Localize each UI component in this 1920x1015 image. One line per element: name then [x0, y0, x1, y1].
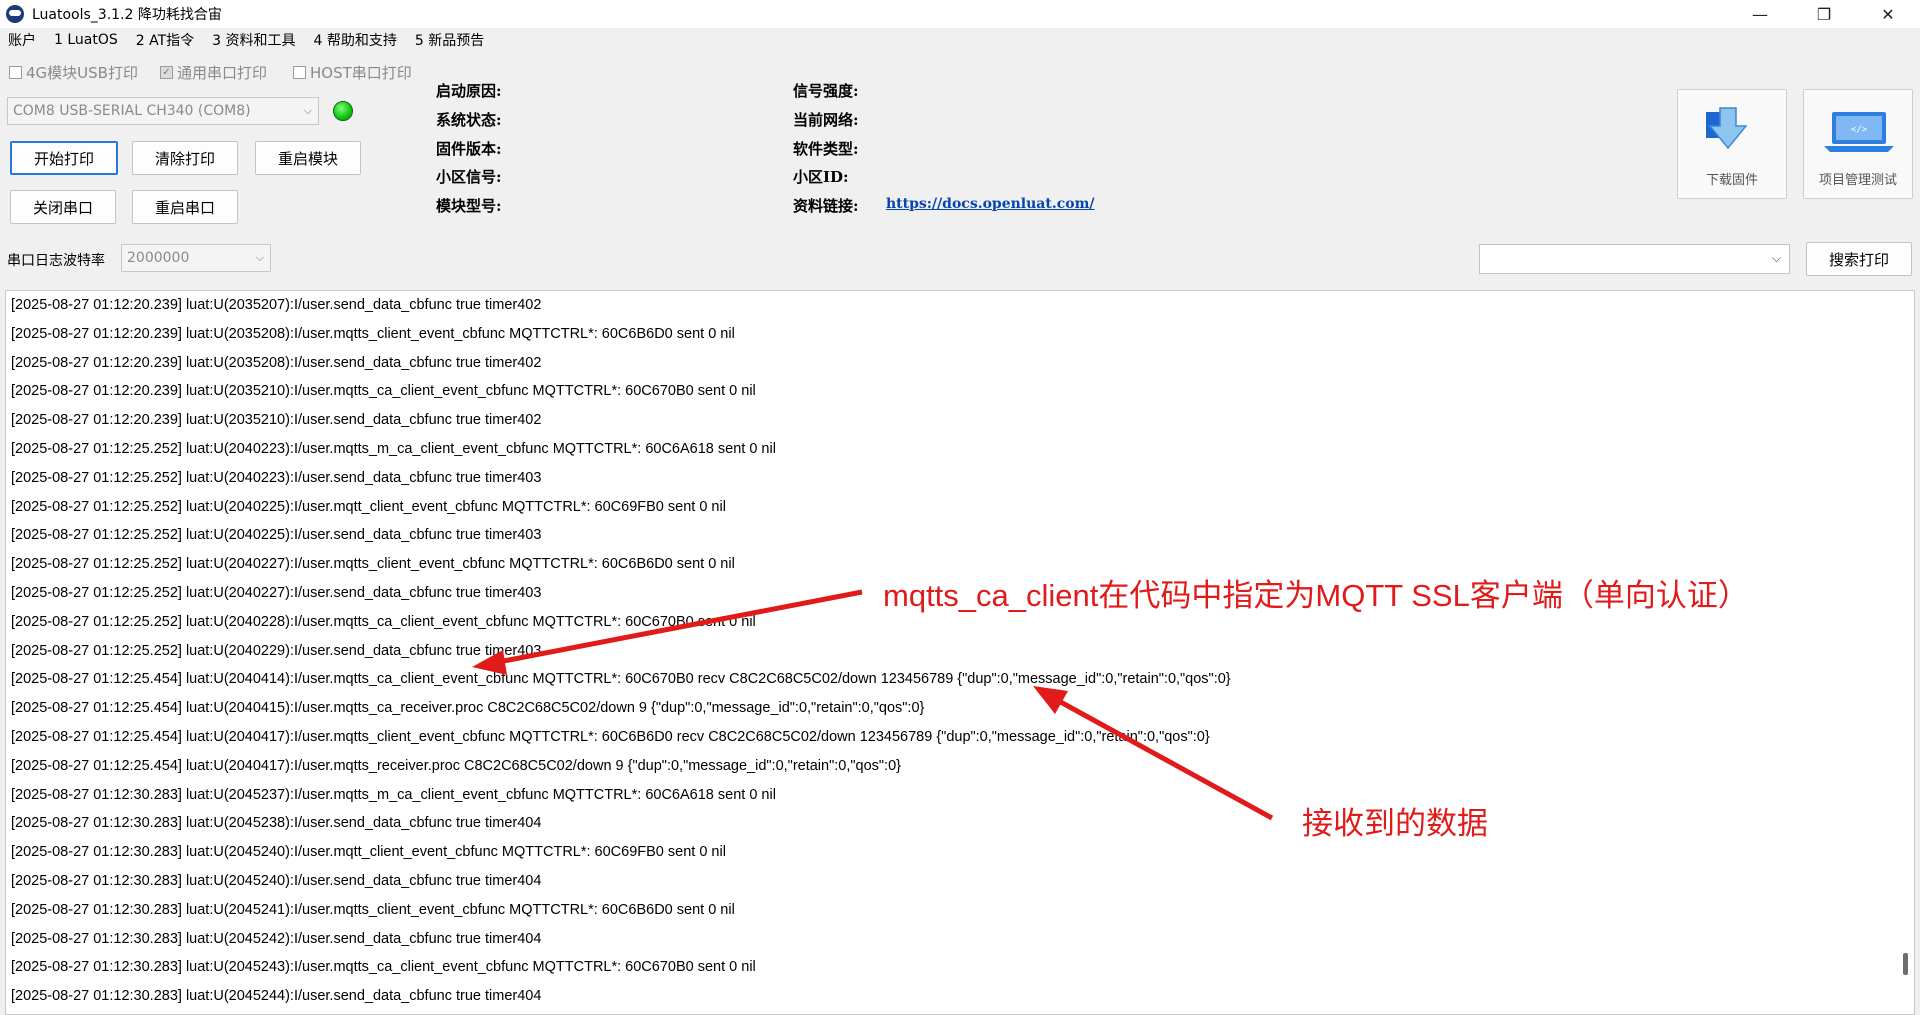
cell-id-label: 小区ID: [793, 168, 849, 186]
chevron-down-icon: ⌵ [255, 251, 264, 264]
log-line: [2025-08-27 01:12:20.239] luat:U(2035208… [11, 325, 735, 342]
boot-reason-label: 启动原因: [436, 82, 502, 100]
status-led-icon [333, 101, 353, 121]
baud-rate-label: 串口日志波特率 [7, 253, 105, 269]
resource-link-label: 资料链接: [793, 197, 859, 215]
usb-print-checkbox[interactable]: 4G模块USB打印 [9, 62, 138, 83]
cell-signal-label: 小区信号: [436, 168, 502, 186]
checkbox-label: 通用串口打印 [177, 64, 268, 82]
close-button[interactable]: ✕ [1856, 0, 1920, 28]
log-line: [2025-08-27 01:12:25.252] luat:U(2040223… [11, 469, 542, 486]
restore-button[interactable]: ❐ [1792, 0, 1856, 28]
baud-rate-select[interactable]: 2000000 ⌵ [121, 244, 271, 272]
start-print-button[interactable]: 开始打印 [10, 141, 118, 175]
ssl-client-annotation: mqtts_ca_client在代码中指定为MQTT SSL客户端（单向认证） [883, 578, 1749, 613]
received-data-annotation: 接收到的数据 [1302, 806, 1488, 841]
log-scrollbar-thumb[interactable] [1903, 953, 1908, 975]
menu-account[interactable]: 账户 [8, 30, 36, 50]
log-line: [2025-08-27 01:12:20.239] luat:U(2035210… [11, 383, 756, 400]
clear-print-button[interactable]: 清除打印 [132, 141, 238, 175]
log-line: [2025-08-27 01:12:25.454] luat:U(2040415… [11, 700, 925, 717]
log-line: [2025-08-27 01:12:25.252] luat:U(2040223… [11, 440, 776, 457]
menu-bar: 账户 1 LuatOS 2 AT指令 3 资料和工具 4 帮助和支持 5 新品预… [0, 28, 1920, 52]
restart-module-button[interactable]: 重启模块 [255, 141, 361, 175]
resource-link[interactable]: https://docs.openluat.com/ [886, 196, 1095, 212]
system-status-label: 系统状态: [436, 111, 502, 129]
log-line: [2025-08-27 01:12:30.283] luat:U(2045243… [11, 959, 756, 976]
menu-help-support[interactable]: 4 帮助和支持 [314, 30, 397, 50]
log-line: [2025-08-27 01:12:30.283] luat:U(2045237… [11, 786, 776, 803]
baud-rate-value: 2000000 [127, 250, 190, 266]
download-arrow-icon [1706, 107, 1748, 150]
restart-port-button[interactable]: 重启串口 [132, 190, 238, 224]
log-output[interactable]: [2025-08-27 01:12:20.239] luat:U(2035207… [5, 290, 1915, 1015]
log-line: [2025-08-27 01:12:20.239] luat:U(2035208… [11, 354, 542, 371]
laptop-code-icon: </> [1824, 112, 1894, 152]
log-line: [2025-08-27 01:12:20.239] luat:U(2035207… [11, 297, 542, 313]
menu-luatos[interactable]: 1 LuatOS [54, 32, 118, 48]
checkbox-box[interactable] [9, 66, 22, 79]
log-line: [2025-08-27 01:12:25.454] luat:U(2040417… [11, 728, 1210, 745]
log-line: [2025-08-27 01:12:30.283] luat:U(2045238… [11, 815, 542, 832]
log-line: [2025-08-27 01:12:25.252] luat:U(2040229… [11, 642, 542, 659]
download-firmware-label: 下载固件 [1705, 173, 1758, 188]
log-line: [2025-08-27 01:12:30.283] luat:U(2045242… [11, 930, 542, 947]
download-firmware-button[interactable]: 下载固件 [1677, 89, 1787, 199]
current-network-label: 当前网络: [793, 111, 859, 129]
svg-text:</>: </> [1851, 125, 1868, 135]
software-type-label: 软件类型: [793, 140, 859, 158]
project-test-button[interactable]: </> 项目管理测试 [1803, 89, 1913, 199]
module-model-label: 模块型号: [436, 197, 502, 215]
checkbox-label: HOST串口打印 [310, 64, 412, 82]
menu-at-commands[interactable]: 2 AT指令 [136, 30, 194, 50]
chevron-down-icon: ⌵ [1771, 251, 1781, 265]
log-line: [2025-08-27 01:12:30.283] luat:U(2045244… [11, 988, 542, 1005]
log-line: [2025-08-27 01:12:30.283] luat:U(2045241… [11, 901, 735, 918]
log-line: [2025-08-27 01:12:30.283] luat:U(2045240… [11, 844, 726, 861]
minimize-button[interactable]: — [1728, 0, 1792, 28]
menu-resources-tools[interactable]: 3 资料和工具 [212, 30, 295, 50]
checkbox-box[interactable]: ✓ [160, 66, 173, 79]
port-select-value: COM8 USB-SERIAL CH340 (COM8) [13, 103, 251, 119]
window-title: Luatools_3.1.2 降功耗找合宙 [32, 7, 222, 23]
log-line: [2025-08-27 01:12:25.252] luat:U(2040225… [11, 527, 542, 544]
serial-print-checkbox[interactable]: ✓ 通用串口打印 [160, 62, 267, 83]
title-bar: Luatools_3.1.2 降功耗找合宙 — ❐ ✕ [0, 0, 1920, 28]
app-logo-icon [6, 5, 24, 23]
log-line: [2025-08-27 01:12:20.239] luat:U(2035210… [11, 412, 542, 429]
search-print-button[interactable]: 搜索打印 [1806, 242, 1912, 276]
chevron-down-icon: ⌵ [303, 104, 312, 117]
signal-strength-label: 信号强度: [793, 82, 859, 100]
window-controls: — ❐ ✕ [1728, 0, 1920, 28]
port-select[interactable]: COM8 USB-SERIAL CH340 (COM8) ⌵ [7, 97, 319, 125]
checkbox-box[interactable] [293, 66, 306, 79]
firmware-version-label: 固件版本: [436, 140, 502, 158]
host-print-checkbox[interactable]: HOST串口打印 [293, 62, 412, 83]
log-line: [2025-08-27 01:12:25.454] luat:U(2040414… [11, 671, 1231, 688]
search-input[interactable]: ⌵ [1479, 244, 1790, 274]
log-line: [2025-08-27 01:12:25.252] luat:U(2040225… [11, 498, 726, 515]
log-line: [2025-08-27 01:12:30.283] luat:U(2045240… [11, 872, 542, 889]
close-port-button[interactable]: 关闭串口 [10, 190, 116, 224]
menu-new-products[interactable]: 5 新品预告 [415, 30, 484, 50]
checkbox-label: 4G模块USB打印 [26, 64, 138, 82]
log-line: [2025-08-27 01:12:25.454] luat:U(2040417… [11, 757, 901, 774]
project-test-label: 项目管理测试 [1818, 173, 1897, 188]
